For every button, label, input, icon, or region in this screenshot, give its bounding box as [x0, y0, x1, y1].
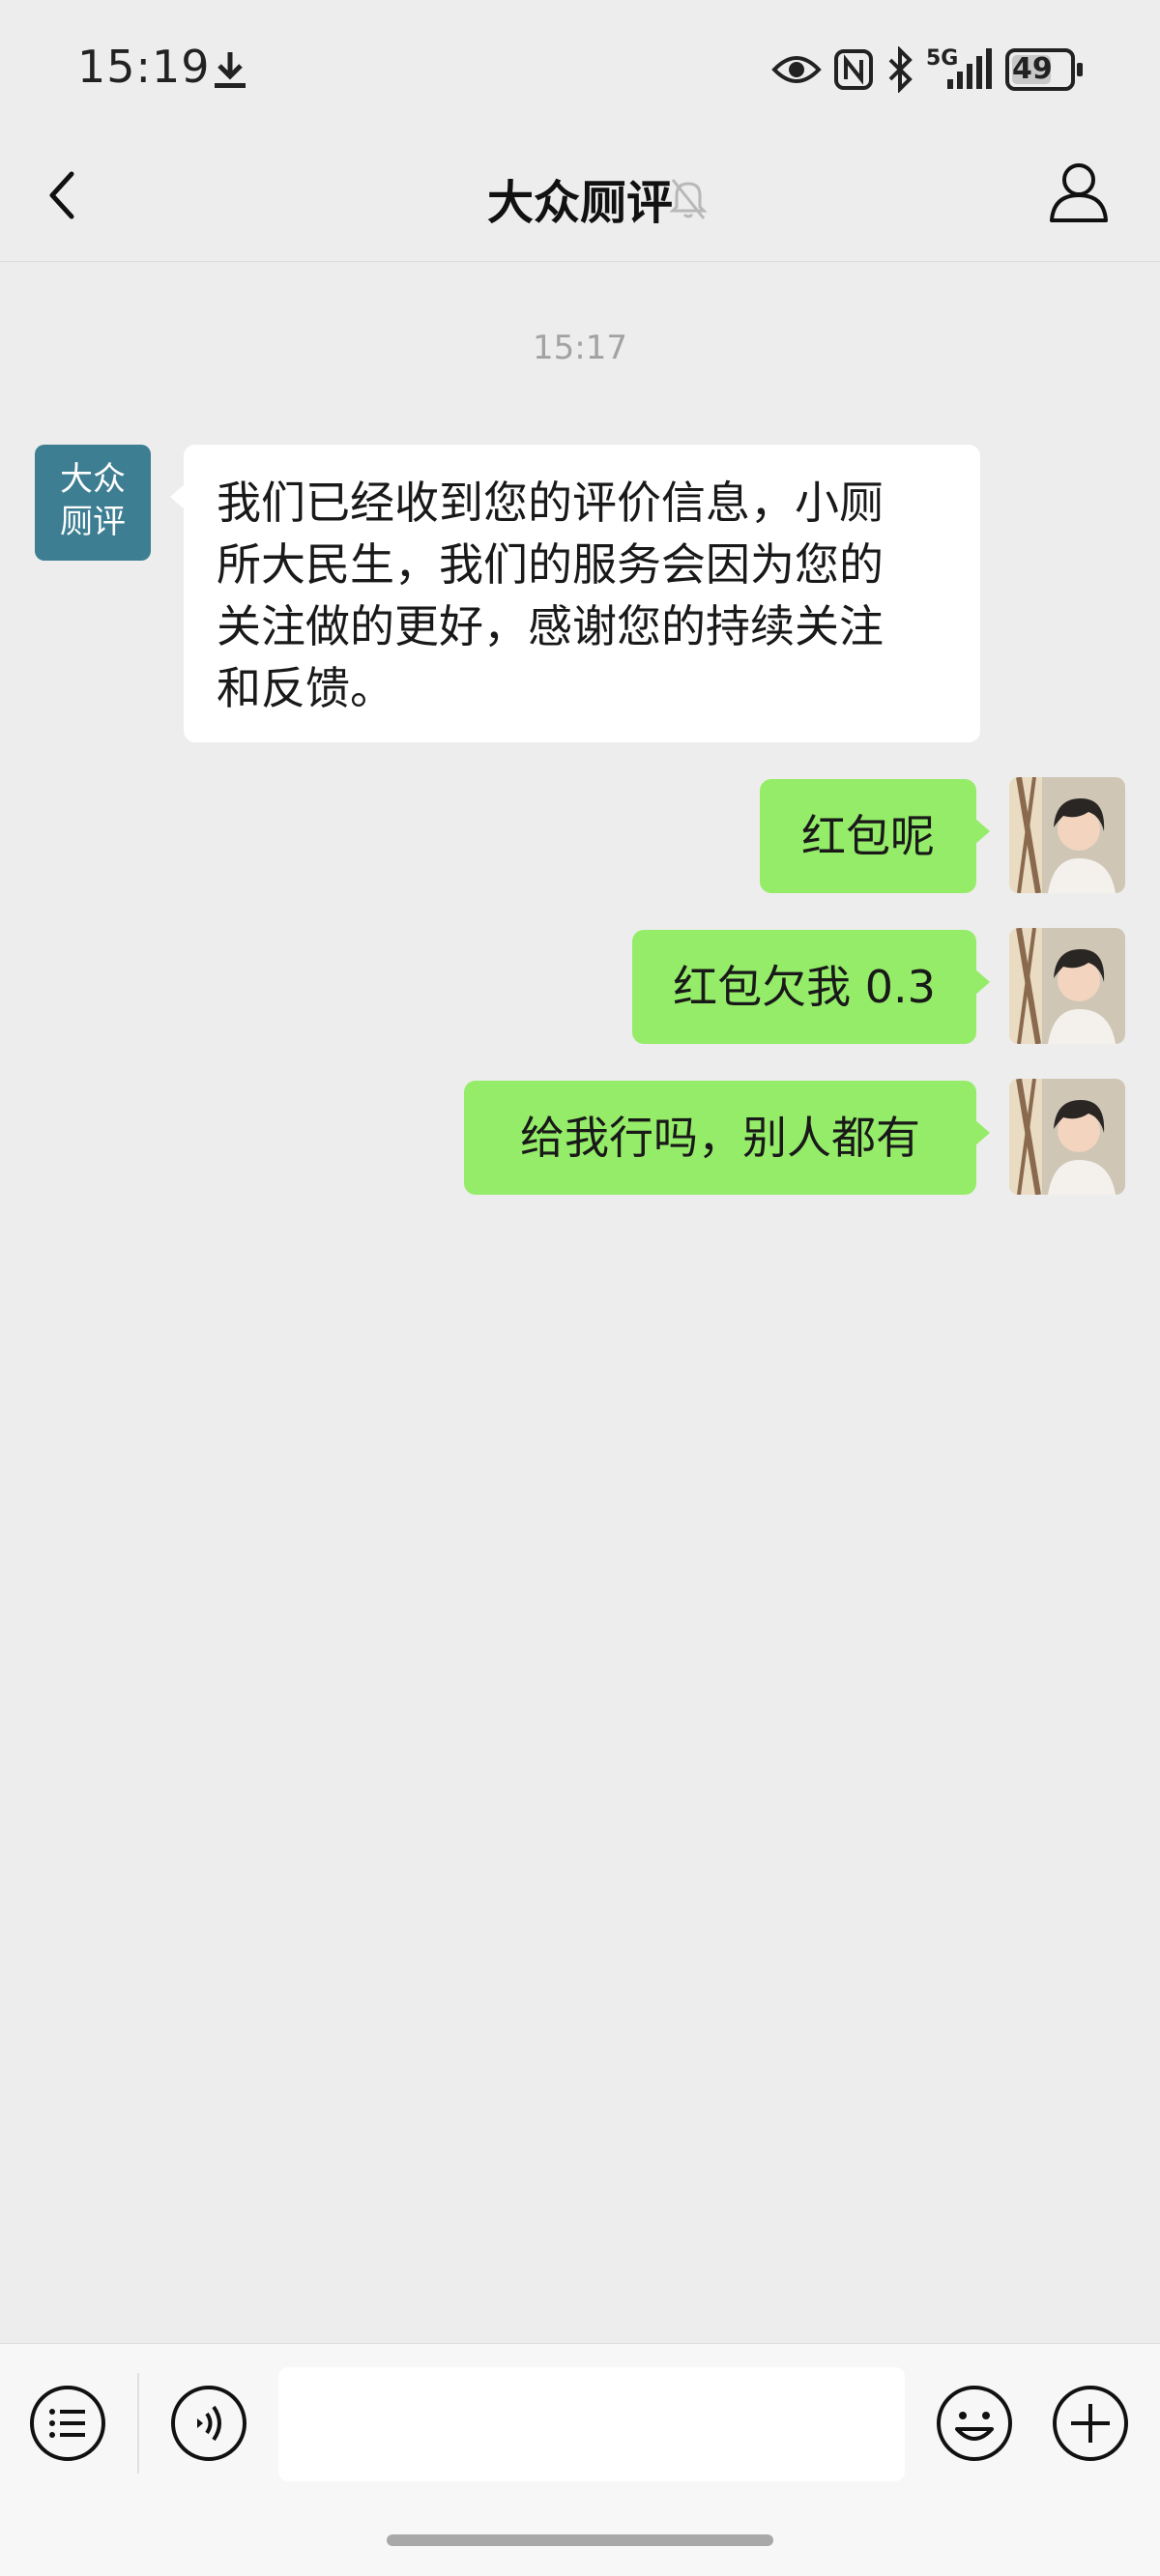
message-bubble-outgoing[interactable]: 给我行吗，别人都有: [464, 1081, 990, 1195]
profile-icon[interactable]: [1048, 160, 1110, 224]
emoji-icon[interactable]: [934, 2383, 1015, 2464]
message-bubble-outgoing[interactable]: 红包呢: [760, 779, 990, 893]
plus-icon[interactable]: [1050, 2383, 1131, 2464]
message-bubble-incoming[interactable]: 我们已经收到您的评价信息，小厕 所大民生，我们的服务会因为您的 关注做的更好，感…: [170, 445, 980, 742]
message-text-line: 我们已经收到您的评价信息，小厕: [217, 477, 884, 529]
bot-avatar[interactable]: 大众 厕评: [35, 445, 151, 561]
message-text: 红包欠我 0.3: [673, 961, 936, 1013]
message-text-line: 所大民生，我们的服务会因为您的: [217, 538, 884, 591]
message-timestamp: 15:17: [533, 329, 627, 367]
message-text: 给我行吗，别人都有: [520, 1112, 920, 1164]
message-text-line: 关注做的更好，感谢您的持续关注: [217, 600, 884, 652]
bluetooth-icon: [888, 46, 913, 93]
battery-icon: 49: [1005, 48, 1083, 91]
chat-title: 大众厕评: [486, 176, 673, 230]
message-text: 红包呢: [801, 810, 935, 862]
user-avatar[interactable]: [1009, 777, 1125, 893]
signal-icon: [947, 48, 992, 89]
status-time: 15:19: [77, 41, 211, 93]
home-indicator[interactable]: [387, 2534, 773, 2546]
status-bar: 15:19 5G 49: [0, 0, 1160, 135]
message-text-line: 和反馈。: [217, 662, 394, 714]
nfc-icon: [834, 49, 873, 90]
battery-level: 49: [1012, 52, 1053, 86]
menu-list-icon[interactable]: [27, 2383, 108, 2464]
voice-icon[interactable]: [168, 2383, 249, 2464]
user-avatar[interactable]: [1009, 1079, 1125, 1195]
chat-header: 大众厕评: [0, 135, 1160, 262]
mute-bell-icon: [669, 179, 708, 219]
bot-avatar-text-line: 大众: [60, 460, 126, 499]
download-icon: [215, 52, 246, 88]
eye-icon: [771, 56, 822, 83]
user-avatar[interactable]: [1009, 928, 1125, 1044]
message-bubble-outgoing[interactable]: 红包欠我 0.3: [632, 930, 990, 1044]
bot-avatar-text-line: 厕评: [60, 503, 126, 541]
message-input[interactable]: [278, 2367, 905, 2481]
input-divider: [137, 2373, 139, 2474]
